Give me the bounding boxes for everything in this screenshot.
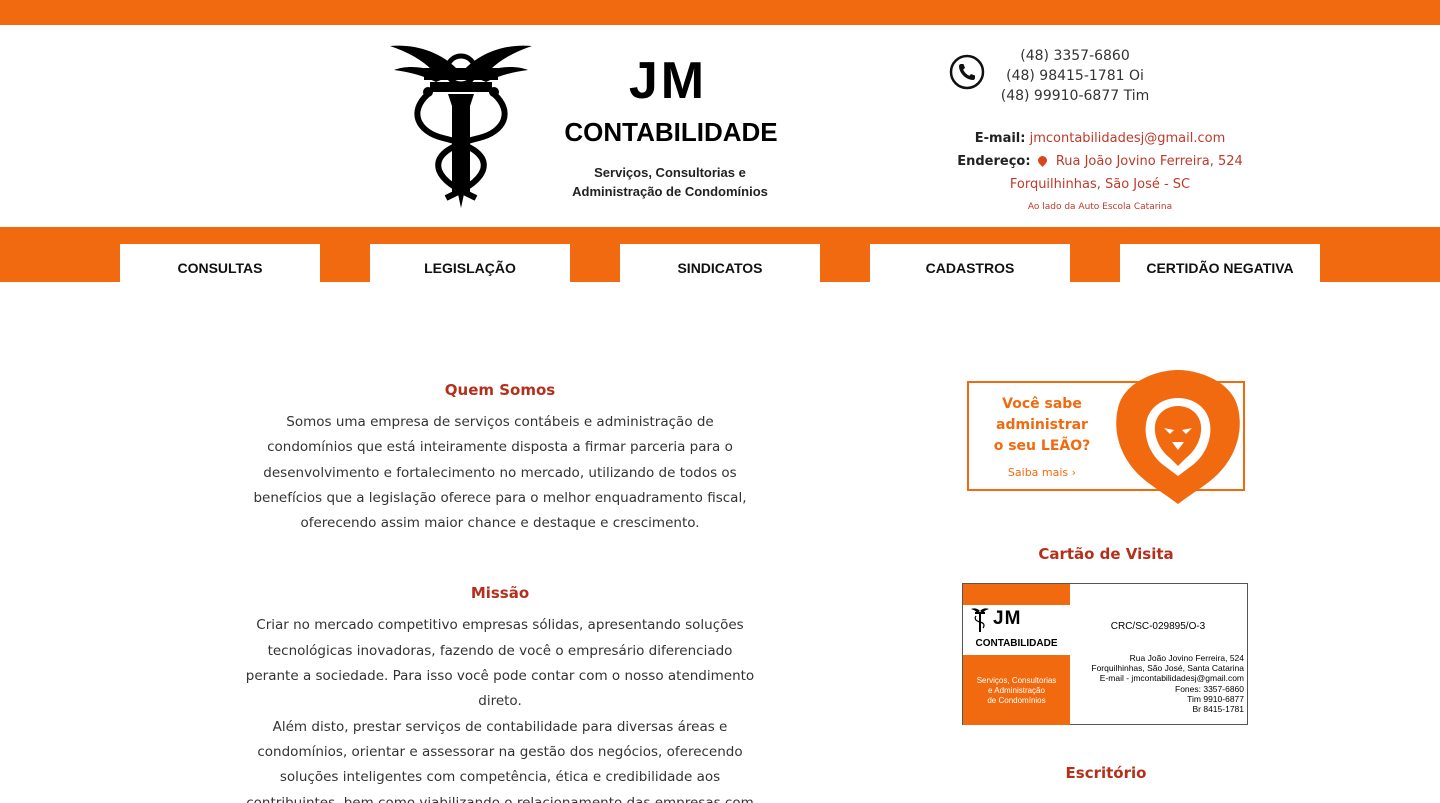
card-info-line: Br 8415-1781 xyxy=(1192,704,1244,715)
promo-line1: Você sabe xyxy=(1002,396,1082,412)
main-content: Quem Somos Somos uma empresa de serviços… xyxy=(245,370,755,803)
brand-name: CONTABILIDADE xyxy=(564,117,778,147)
promo-text: Você sabe administrar o seu LEÃO? xyxy=(966,394,1118,457)
email-label: E-mail: xyxy=(974,131,1026,146)
office-title: Escritório xyxy=(1065,764,1147,782)
email-row: E-mail: jmcontabilidadesj@gmail.com xyxy=(900,127,1300,150)
card-top-stripe xyxy=(963,584,1070,605)
business-card-title: Cartão de Visita xyxy=(1038,545,1174,563)
about-title: Quem Somos xyxy=(444,381,556,399)
phone-number[interactable]: (48) 99910-6877 Tim xyxy=(990,86,1160,106)
mission-text: Criar no mercado competitivo empresas só… xyxy=(245,617,755,710)
business-card[interactable]: JM CONTABILIDADE Serviços, Consultorias … xyxy=(962,583,1248,725)
promo-line2: administrar xyxy=(996,417,1088,433)
card-tagline: Serviços, Consultorias e Administração d… xyxy=(963,676,1070,706)
address-note: Ao lado da Auto Escola Catarina xyxy=(1027,202,1173,212)
nav-item-cadastros[interactable]: CADASTROS xyxy=(870,244,1070,282)
nav-item-consultas[interactable]: CONSULTAS xyxy=(120,244,320,282)
phone-number[interactable]: (48) 98415-1781 Oi xyxy=(990,66,1160,86)
mission-title: Missão xyxy=(470,584,530,603)
promo-more-link[interactable]: Saiba mais › xyxy=(966,466,1118,479)
brand-tagline-line2: Administração de Condomínios xyxy=(572,184,768,199)
lion-promo-banner[interactable]: Você sabe administrar o seu LEÃO? Saiba … xyxy=(966,368,1246,506)
card-info-line: E-mail - jmcontabilidadesj@gmail.com xyxy=(1099,673,1244,684)
phone-list: (48) 3357-6860 (48) 98415-1781 Oi (48) 9… xyxy=(990,46,1160,106)
main-nav: CONSULTAS LEGISLAÇÃO SINDICATOS CADASTRO… xyxy=(0,227,1440,282)
caduceus-small-icon xyxy=(971,608,989,632)
card-info-line: Rua João Jovino Ferreira, 524 xyxy=(1129,653,1244,663)
email-link[interactable]: jmcontabilidadesj@gmail.com xyxy=(1030,131,1226,146)
address-line2[interactable]: Forquilhinhas, São José - SC xyxy=(900,173,1300,196)
phone-number[interactable]: (48) 3357-6860 xyxy=(990,46,1160,66)
nav-item-legislacao[interactable]: LEGISLAÇÃO xyxy=(370,244,570,282)
address-row: Endereço: Rua João Jovino Ferreira, 524 xyxy=(900,150,1300,173)
caduceus-logo-icon[interactable] xyxy=(388,42,534,210)
nav-item-sindicatos[interactable]: SINDICATOS xyxy=(620,244,820,282)
promo-line3: o seu LEÃO? xyxy=(993,438,1091,454)
card-brand-name: CONTABILIDADE xyxy=(975,638,1058,649)
top-accent-bar xyxy=(0,0,1440,25)
nav-item-certidao-negativa[interactable]: CERTIDÃO NEGATIVA xyxy=(1120,244,1320,282)
card-crc: CRC/SC-029895/O-3 xyxy=(1110,621,1206,632)
phone-icon xyxy=(949,54,985,90)
map-pin-icon xyxy=(1035,154,1049,167)
card-tagline-line2: e Administração xyxy=(988,686,1045,695)
mission-text-continued: Além disto, prestar serviços de contabil… xyxy=(246,718,754,803)
address-label: Endereço: xyxy=(957,154,1031,169)
card-contact-info: Rua João Jovino Ferreira, 524 Forquilhin… xyxy=(1064,653,1244,714)
card-info-line: Fones: 3357-6860 xyxy=(1175,683,1244,694)
about-text: Somos uma empresa de serviços contábeis … xyxy=(253,414,747,532)
card-tagline-line1: Serviços, Consultorias xyxy=(976,676,1057,685)
card-info-line: Tim 9910-6877 xyxy=(1187,693,1244,704)
address-line1[interactable]: Rua João Jovino Ferreira, 524 xyxy=(1056,154,1243,169)
brand-tagline: Serviços, Consultorias e Administração d… xyxy=(548,163,792,201)
site-header: JM CONTABILIDADE Serviços, Consultorias … xyxy=(0,25,1440,227)
brand-initials: JM xyxy=(628,52,708,110)
contact-info: E-mail: jmcontabilidadesj@gmail.com Ende… xyxy=(900,127,1300,218)
card-info-line: Forquilhinhas, São José, Santa Catarina xyxy=(1091,663,1244,674)
brand-tagline-line1: Serviços, Consultorias e xyxy=(594,165,746,180)
card-tagline-line3: de Condomínios xyxy=(987,696,1046,705)
card-initials: JM xyxy=(993,608,1022,629)
